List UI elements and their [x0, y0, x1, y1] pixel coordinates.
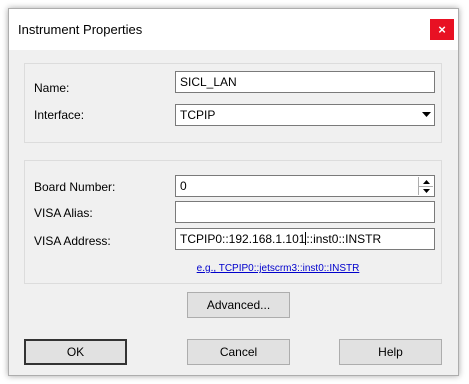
title-bar[interactable]: Instrument Properties ×: [9, 9, 458, 50]
interface-select[interactable]: TCPIP: [175, 104, 435, 126]
ok-button[interactable]: OK: [24, 339, 127, 365]
name-field[interactable]: SICL_LAN: [175, 71, 435, 93]
interface-select-value: TCPIP: [180, 108, 216, 122]
board-number-label: Board Number:: [34, 180, 116, 194]
close-icon: ×: [438, 22, 446, 37]
visa-alias-field[interactable]: [175, 201, 435, 223]
board-number-spinner: [418, 177, 433, 195]
advanced-button[interactable]: Advanced...: [187, 292, 290, 318]
spin-down-icon[interactable]: [419, 186, 433, 195]
visa-address-text-after: ::inst0::INSTR: [306, 232, 382, 246]
visa-alias-label: VISA Alias:: [34, 206, 93, 220]
visa-address-example-link[interactable]: e.g., TCPIP0::jetscrm3::inst0::INSTR: [183, 263, 373, 274]
visa-address-field[interactable]: TCPIP0::192.168.1.101::inst0::INSTR: [175, 228, 435, 250]
visa-address-text-before: TCPIP0::192.168.1.101: [180, 232, 306, 246]
instrument-properties-dialog: Instrument Properties × Name: SICL_LAN I…: [8, 8, 459, 376]
name-label: Name:: [34, 81, 70, 95]
close-button[interactable]: ×: [430, 19, 454, 40]
chevron-down-icon[interactable]: [418, 105, 434, 125]
dialog-title: Instrument Properties: [18, 22, 143, 37]
board-number-value: 0: [180, 179, 187, 193]
visa-address-label: VISA Address:: [34, 234, 111, 248]
interface-label: Interface:: [34, 108, 85, 122]
cancel-button[interactable]: Cancel: [187, 339, 290, 365]
help-button[interactable]: Help: [339, 339, 442, 365]
board-number-stepper[interactable]: 0: [175, 175, 435, 197]
